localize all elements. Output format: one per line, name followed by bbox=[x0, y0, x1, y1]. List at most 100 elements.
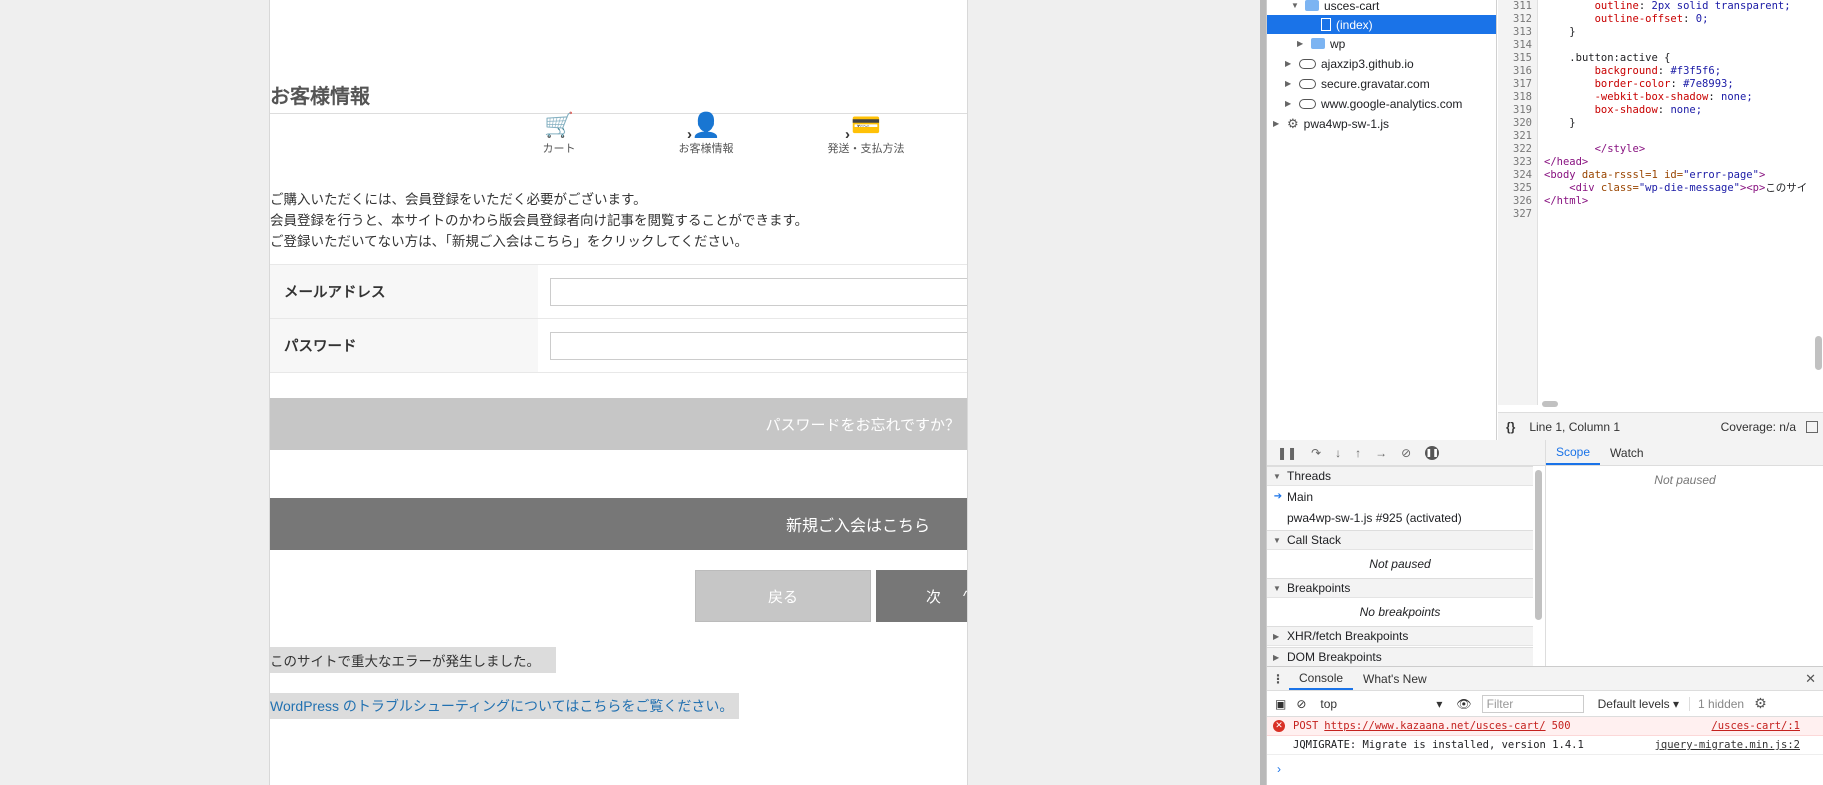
forgot-password-button[interactable]: パスワードをお忘れですか？ bbox=[270, 398, 967, 450]
tree-item-usces-cart[interactable]: ▼ usces-cart bbox=[1291, 0, 1379, 15]
back-button[interactable]: 戻る bbox=[695, 570, 871, 622]
breakpoints-header[interactable]: ▼ Breakpoints bbox=[1267, 578, 1533, 598]
code-token: 2px solid transparent; bbox=[1651, 0, 1791, 12]
deactivate-breakpoints-icon[interactable]: ⊘ bbox=[1401, 446, 1411, 460]
intro-line: ご購入いただくには、会員登録をいただく必要がございます。 bbox=[270, 192, 647, 207]
sidebar-toggle-icon[interactable]: ▣ bbox=[1275, 697, 1286, 711]
thread-label: Main bbox=[1287, 489, 1314, 504]
pause-icon[interactable]: ❚❚ bbox=[1277, 446, 1297, 460]
call-stack-header[interactable]: ▼ Call Stack bbox=[1267, 530, 1533, 550]
code-token: border-color bbox=[1594, 78, 1671, 90]
collapse-triangle-icon: ▶ bbox=[1297, 39, 1304, 48]
line-number[interactable]: 311 bbox=[1498, 0, 1532, 13]
line-number[interactable]: 313 bbox=[1498, 26, 1532, 39]
code-line: outline: 2px solid transparent; bbox=[1594, 0, 1791, 12]
intro-line: 会員登録を行うと、本サイトのかわら版会員登録者向け記事を閲覧することができます。 bbox=[270, 213, 809, 228]
current-thread-icon: ➔ bbox=[1273, 491, 1283, 502]
tree-item-service-worker[interactable]: ▶ ⚙ pwa4wp-sw-1.js bbox=[1273, 114, 1389, 133]
pause-on-exceptions-icon[interactable]: ❚❚ bbox=[1425, 445, 1440, 460]
request-url-link[interactable]: https://www.kazaana.net/usces-cart/ bbox=[1324, 720, 1545, 732]
tab-scope[interactable]: Scope bbox=[1546, 440, 1601, 465]
code-token: </style> bbox=[1594, 143, 1646, 155]
line-number[interactable]: 314 bbox=[1498, 39, 1532, 52]
code-line: </head> bbox=[1544, 156, 1588, 169]
step-cart: 🛒 カート bbox=[504, 112, 614, 156]
line-number[interactable]: 325 bbox=[1498, 182, 1532, 195]
line-number[interactable]: 323 bbox=[1498, 156, 1532, 169]
console-filter-input[interactable]: Filter bbox=[1481, 694, 1584, 713]
log-levels-select[interactable]: Default levels ▾ bbox=[1598, 697, 1679, 711]
code-token: "wp-die-message" bbox=[1638, 182, 1741, 194]
code-line: .button:active { bbox=[1544, 52, 1670, 65]
line-number[interactable]: 322 bbox=[1498, 143, 1532, 156]
collapse-triangle-icon: ▶ bbox=[1285, 79, 1292, 88]
tree-item-gravatar[interactable]: ▶ secure.gravatar.com bbox=[1285, 74, 1430, 93]
step-over-icon[interactable]: ↷ bbox=[1311, 446, 1321, 460]
password-field[interactable] bbox=[550, 331, 967, 360]
console-prompt[interactable]: › bbox=[1277, 762, 1281, 776]
tab-watch[interactable]: Watch bbox=[1600, 440, 1654, 465]
tree-item-google-analytics[interactable]: ▶ www.google-analytics.com bbox=[1285, 94, 1462, 113]
editor-horizontal-scrollbar[interactable] bbox=[1542, 401, 1558, 407]
thread-main[interactable]: ➔ Main bbox=[1267, 486, 1533, 507]
tab-console[interactable]: Console bbox=[1289, 667, 1354, 690]
tree-item-label: secure.gravatar.com bbox=[1321, 76, 1430, 91]
message-source-link[interactable]: /usces-cart/:1 bbox=[1711, 720, 1800, 732]
line-number[interactable]: 312 bbox=[1498, 13, 1532, 26]
line-number[interactable]: 317 bbox=[1498, 78, 1532, 91]
line-number[interactable]: 316 bbox=[1498, 65, 1532, 78]
error-icon: ✕ bbox=[1273, 720, 1285, 732]
xhr-breakpoints-header[interactable]: ▶ XHR/fetch Breakpoints bbox=[1267, 626, 1533, 646]
coverage-status: Coverage: n/a bbox=[1720, 419, 1796, 434]
context-select[interactable]: top ▾ bbox=[1316, 697, 1446, 711]
close-icon[interactable]: ✕ bbox=[1805, 671, 1816, 687]
code-line: </html> bbox=[1544, 195, 1588, 208]
threads-header[interactable]: ▼ Threads bbox=[1267, 466, 1533, 486]
code-line: <div class="wp-die-message"><p>このサイ bbox=[1544, 182, 1807, 195]
step-into-icon[interactable]: ↓ bbox=[1335, 446, 1341, 460]
dom-breakpoints-header[interactable]: ▶ DOM Breakpoints bbox=[1267, 647, 1533, 666]
line-number[interactable]: 326 bbox=[1498, 195, 1532, 208]
thread-service-worker[interactable]: pwa4wp-sw-1.js #925 (activated) bbox=[1267, 507, 1533, 528]
credit-card-icon: 💳 bbox=[851, 112, 881, 139]
eye-icon[interactable]: 👁 bbox=[1456, 697, 1471, 711]
tab-whats-new[interactable]: What's New bbox=[1353, 667, 1437, 690]
step-icon[interactable]: → bbox=[1375, 446, 1387, 460]
code-token: > bbox=[1758, 169, 1766, 181]
next-button[interactable]: 次 ^ bbox=[876, 570, 967, 622]
tree-item-index[interactable]: (index) bbox=[1267, 15, 1496, 34]
new-member-button[interactable]: 新規ご入会はこちら bbox=[270, 498, 967, 550]
line-number[interactable]: 320 bbox=[1498, 117, 1532, 130]
gear-icon[interactable]: ⚙ bbox=[1754, 695, 1767, 712]
tree-item-label: usces-cart bbox=[1324, 0, 1380, 13]
debugger-sidebar-scrollbar[interactable] bbox=[1535, 470, 1542, 620]
pretty-print-button[interactable]: {} bbox=[1506, 420, 1515, 434]
code-token: </html> bbox=[1544, 195, 1589, 207]
debugger-toolbar: ❚❚ ↷ ↓ ↑ → ⊘ ❚❚ bbox=[1267, 440, 1545, 466]
code-token: } bbox=[1569, 26, 1576, 38]
troubleshooting-link[interactable]: WordPress のトラブルシューティングについてはこちらをご覧ください。 bbox=[270, 693, 740, 719]
line-number[interactable]: 319 bbox=[1498, 104, 1532, 117]
editor-vertical-scrollbar[interactable] bbox=[1815, 336, 1822, 370]
code-line: box-shadow: none; bbox=[1594, 104, 1703, 116]
gear-icon: ⚙ bbox=[1287, 115, 1299, 131]
status-code: 500 bbox=[1551, 720, 1571, 732]
message-source-link[interactable]: jquery-migrate.min.js:2 bbox=[1655, 739, 1800, 751]
scope-watch-tabs: Scope Watch bbox=[1545, 440, 1823, 466]
line-number[interactable]: 324 bbox=[1498, 169, 1532, 182]
tree-item-wp[interactable]: ▶ wp bbox=[1297, 34, 1345, 53]
tree-item-ajaxzip3[interactable]: ▶ ajaxzip3.github.io bbox=[1285, 54, 1414, 73]
code-editor[interactable]: 311 312 313 314 315 316 317 318 319 320 321 322 323 3… bbox=[1498, 0, 1823, 440]
tree-item-label: ajaxzip3.github.io bbox=[1321, 56, 1414, 71]
folder-icon bbox=[1305, 0, 1319, 11]
email-field[interactable] bbox=[550, 277, 967, 306]
toggle-panel-icon[interactable] bbox=[1806, 420, 1818, 433]
code-line: background: #f3f5f6; bbox=[1594, 65, 1722, 77]
line-number[interactable]: 318 bbox=[1498, 91, 1532, 104]
more-tabs-icon[interactable]: ⋮ bbox=[1267, 667, 1289, 690]
line-number[interactable]: 315 bbox=[1498, 52, 1532, 65]
line-number[interactable]: 327 bbox=[1498, 208, 1532, 221]
step-out-icon[interactable]: ↑ bbox=[1355, 446, 1361, 460]
line-number[interactable]: 321 bbox=[1498, 130, 1532, 143]
clear-console-icon[interactable]: ⊘ bbox=[1296, 697, 1306, 711]
